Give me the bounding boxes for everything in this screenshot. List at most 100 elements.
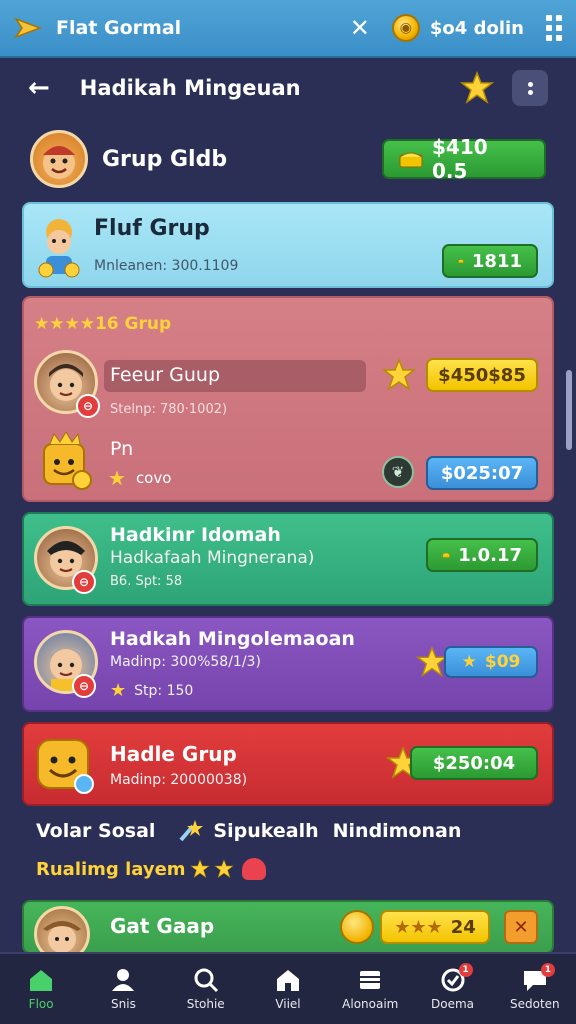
nav-label: Floo: [28, 997, 54, 1011]
group-title: Grup Gldb: [102, 146, 228, 172]
page-header: ← Hadikah Mingeuan: [0, 60, 576, 116]
chest-icon: [442, 552, 450, 558]
card-subtitle: Madinp: 300%58/1/3): [110, 654, 261, 670]
group-card-2: ★★★★16 Grup ⊖ Feeur Guup Stelnp: 780·100…: [22, 296, 554, 502]
chest-icon: [458, 259, 464, 263]
group-header: Grup Gldb $410 0.5: [0, 126, 576, 192]
nav-item-search[interactable]: Stohie: [170, 967, 242, 1011]
face-icon: [43, 146, 75, 179]
remove-badge-icon[interactable]: ⊖: [72, 674, 96, 698]
scrollbar[interactable]: [566, 370, 572, 450]
star-icon: ★: [108, 466, 126, 490]
card-price-button[interactable]: 1.0.17: [426, 538, 538, 572]
nav-item-store[interactable]: Alonoaim: [334, 967, 406, 1011]
user-icon: [112, 969, 135, 991]
trending-label: Rualimg layem: [36, 858, 186, 880]
top-bar: Flat Gormal ✕ ◉ $o4 dolin: [0, 0, 576, 58]
nav-item-check[interactable]: 1 Doema: [417, 963, 489, 1011]
social-right-label[interactable]: Nindimonan: [333, 820, 462, 842]
star-icon[interactable]: [460, 71, 494, 105]
nav-label: Viiel: [275, 997, 301, 1011]
card-price-button[interactable]: ★★★ 24: [380, 910, 490, 944]
play-logo-icon: [14, 17, 42, 39]
card-price: 1.0.17: [458, 544, 522, 566]
card-price-button[interactable]: ★ $09: [444, 646, 538, 678]
smiley-icon: [37, 739, 94, 794]
stars-rating-icon: ★★★: [394, 916, 443, 938]
group-card-4[interactable]: ⊖ Hadkah Mingolemaoan Madinp: 300%58/1/3…: [22, 616, 554, 712]
store-icon: [360, 971, 381, 989]
nav-label: Doema: [431, 997, 475, 1011]
star-icon: [213, 859, 234, 878]
smiley-box-icon: [43, 432, 92, 490]
card-price-button[interactable]: $250:04: [410, 746, 538, 780]
group-card-5[interactable]: Hadle Grup Madinp: 20000038) $250:04: [22, 722, 554, 806]
nav-item-house[interactable]: Viiel: [252, 967, 324, 1011]
stars-rating-icon: ★★★★: [34, 314, 95, 334]
item-subtitle-row: ★ covo: [108, 466, 171, 490]
price-value: $450$85: [438, 364, 526, 386]
star-icon: ★: [461, 652, 477, 672]
price-value-2: $025:07: [440, 462, 524, 484]
face-icon: [43, 921, 81, 952]
chest-icon: [399, 152, 423, 168]
social-row: Volar Sosal Sipukealh Nindimonan: [36, 818, 556, 844]
group-price-button[interactable]: $410 0.5: [382, 135, 546, 183]
price-button-2[interactable]: $025:07: [426, 456, 538, 490]
star-icon[interactable]: [382, 358, 416, 392]
card-price: 24: [450, 916, 476, 938]
price-button[interactable]: $450$85: [426, 358, 538, 392]
card-subtitle: Madinp: 20000038): [110, 772, 248, 788]
group-card-1[interactable]: Fluf Grup Mnleanen: 300.1109 1811: [22, 202, 554, 288]
nav-item-profile[interactable]: Snis: [87, 967, 159, 1011]
nav-label: Sedoten: [510, 997, 560, 1011]
group-avatar: [30, 130, 88, 188]
nav-label: Stohie: [186, 997, 225, 1011]
member-avatar: [34, 906, 90, 952]
nav-item-chat[interactable]: 1 Sedoten: [499, 963, 571, 1011]
card-price-button[interactable]: 1811: [442, 244, 538, 278]
back-arrow-icon[interactable]: ←: [28, 73, 50, 103]
card-price: $09: [484, 652, 521, 672]
remove-badge-icon[interactable]: ⊖: [76, 394, 100, 418]
social-middle-label[interactable]: Sipukealh: [213, 820, 318, 842]
smiley-coin-icon: [340, 910, 374, 944]
home-icon: [30, 970, 53, 991]
card-title: Gat Gaap: [110, 914, 215, 938]
star-icon: ★: [110, 680, 127, 701]
coin-icon: ◉: [391, 14, 420, 42]
close-icon[interactable]: ✕: [350, 14, 370, 42]
notification-badge: 1: [540, 963, 555, 977]
card-meta: Stp: 150: [134, 682, 194, 699]
item-name: Pn: [110, 438, 134, 460]
group-price: $410 0.5: [431, 135, 488, 183]
member-name: Feeur Guup: [110, 364, 221, 386]
house-icon: [276, 970, 299, 991]
group-card-6[interactable]: Gat Gaap ★★★ 24 ✕: [22, 900, 554, 954]
search-icon: [194, 968, 218, 993]
nav-label: Snis: [111, 997, 136, 1011]
card-price: $250:04: [432, 752, 516, 774]
sparkle-icon: [179, 820, 204, 842]
close-button[interactable]: ✕: [504, 910, 538, 944]
nav-item-home[interactable]: Floo: [5, 967, 77, 1011]
card-title: Hadkah Mingolemaoan: [110, 628, 355, 650]
leaf-icon[interactable]: ❦: [382, 456, 414, 488]
remove-badge-icon[interactable]: ⊖: [72, 570, 96, 594]
card-subtitle: Hadkafaah Mingnerana): [110, 548, 315, 568]
group-card-3[interactable]: ⊖ Hadkinr Idomah Hadkafaah Mingnerana) B…: [22, 512, 554, 606]
ghost-icon: [241, 858, 266, 880]
more-options-button[interactable]: [512, 70, 548, 106]
stars-group-title: ★★★★16 Grup: [34, 314, 172, 334]
star-icon: [189, 859, 210, 878]
item-subtitle: covo: [135, 469, 172, 487]
notification-badge: 1: [458, 963, 473, 977]
bottom-nav: Floo Snis Stohie Viiel Alonoaim 1 Doema …: [0, 952, 576, 1024]
card-subtitle: Mnleanen: 300.1109: [94, 258, 239, 274]
social-left-label[interactable]: Volar Sosal: [36, 820, 155, 842]
balance-text: $o4 dolin: [429, 17, 524, 39]
grid-menu-icon[interactable]: [546, 15, 562, 41]
nav-label: Alonoaim: [342, 997, 399, 1011]
member-subtitle: Stelnp: 780·1002): [110, 402, 228, 417]
card-title: Hadkinr Idomah: [110, 524, 281, 546]
